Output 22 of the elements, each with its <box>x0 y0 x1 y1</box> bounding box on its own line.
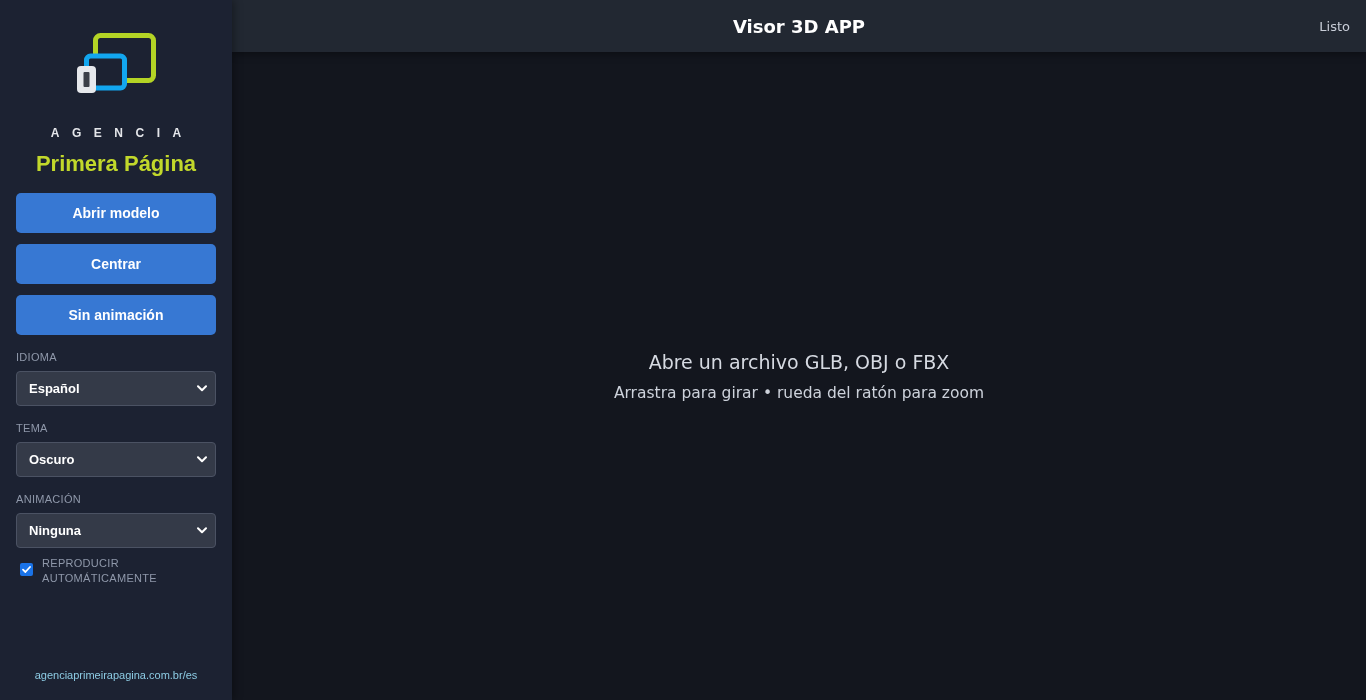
brand-name: Primera Página <box>35 150 197 178</box>
agency-overline: AGENCIA <box>49 125 194 141</box>
dropdown-select[interactable]: Ninguna <box>16 513 216 548</box>
chevron-down-icon <box>197 385 207 392</box>
dropdown-select[interactable]: Español <box>16 371 216 406</box>
setting-label: IDIOMA <box>16 351 57 364</box>
status-text: Listo <box>1319 18 1350 34</box>
controls-hint: Arrastra para girar • rueda del ratón para zoom <box>613 382 985 403</box>
app-title: Visor 3D APP <box>732 15 866 37</box>
website-link[interactable]: agenciaprimeirapagina.com.br/es <box>34 668 198 682</box>
viewer-canvas[interactable]: Abre un archivo GLB, OBJ o FBX Arrastra para girar • rueda del ratón para zoom <box>232 52 1366 700</box>
setting-label: ANIMACIÓN <box>16 493 82 506</box>
chevron-down-icon <box>197 527 207 534</box>
dropdown-select[interactable]: Oscuro <box>16 442 216 477</box>
autoplay-checkbox[interactable] <box>20 563 33 576</box>
animation-button[interactable]: Sin animación <box>16 295 216 335</box>
setting-label: TEMA <box>16 422 48 435</box>
center-button[interactable]: Centrar <box>16 244 216 284</box>
chevron-down-icon <box>197 456 207 463</box>
open-model-button[interactable]: Abrir modelo <box>16 193 216 233</box>
autoplay-label: REPRODUCIR AUTOMÁTICAMENTE <box>42 556 158 586</box>
empty-message: Abre un archivo GLB, OBJ o FBX <box>648 349 950 374</box>
